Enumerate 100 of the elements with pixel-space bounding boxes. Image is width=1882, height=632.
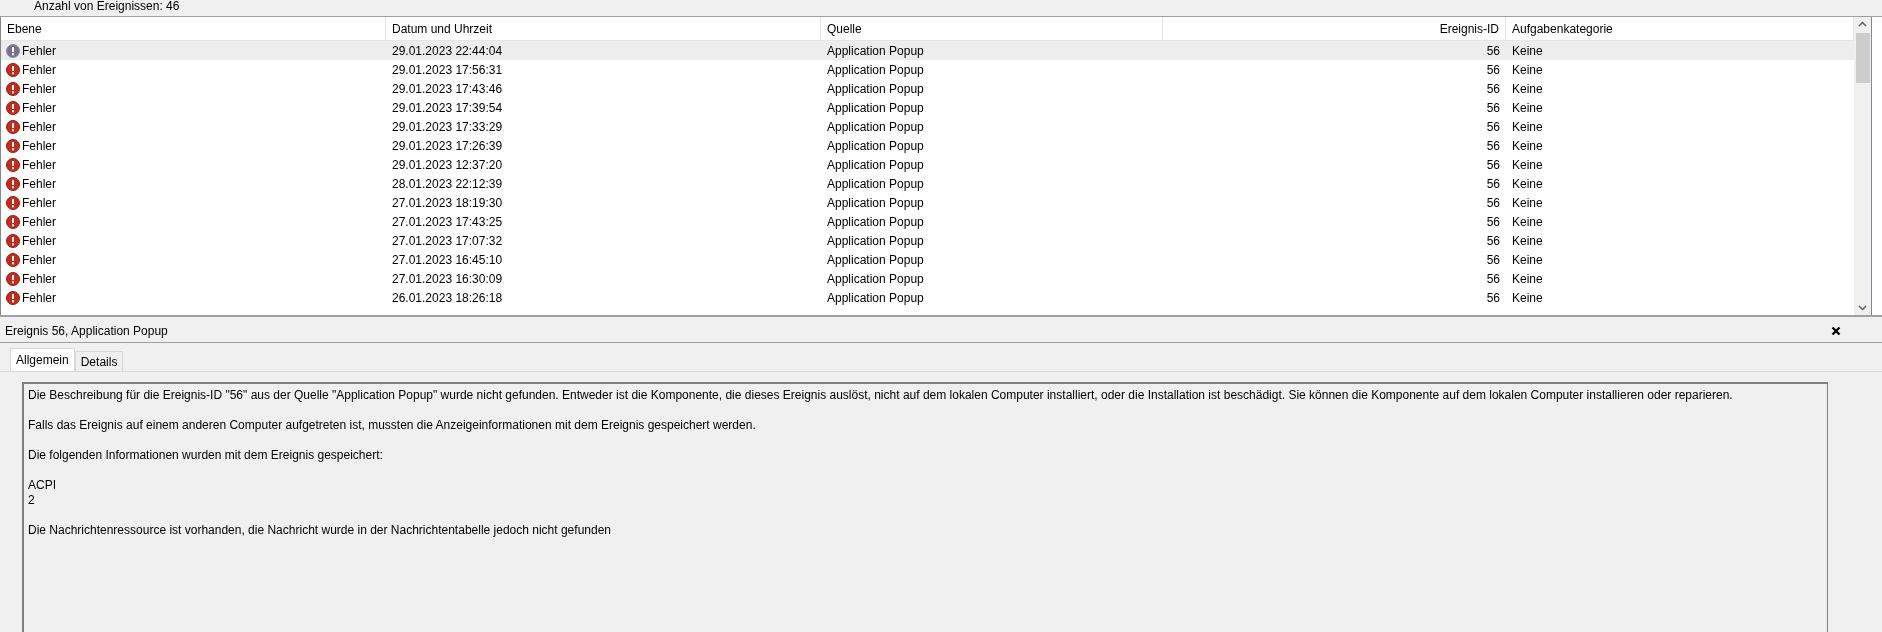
table-cell-text: 56 <box>1486 80 1500 98</box>
table-cell: 27.01.2023 17:43:25 <box>392 214 503 229</box>
close-icon[interactable] <box>1831 325 1841 336</box>
table-cell: Application Popup <box>827 62 924 77</box>
error-icon <box>6 290 20 305</box>
table-cell: Application Popup <box>827 119 924 134</box>
table-cell: Keine <box>1512 138 1543 153</box>
table-cell-text: Fehler <box>22 137 56 155</box>
error-icon <box>6 43 20 58</box>
table-cell-text: 56 <box>1486 137 1500 155</box>
description-text: Die Beschreibung für die Ereignis-ID "56" aus der Quelle "Application Popup" wurde nicht gefunden. Entweder ist die Komponente, die dieses Ereignis auslöst, nicht auf dem lokalen Computer installiert, oder die Installation ist beschädigt. Sie können die Komponente auf dem lokalen Computer installieren oder reparieren. <box>28 388 1734 403</box>
table-cell-text: 56 <box>1486 213 1500 231</box>
description-text: ACPI 2 <box>28 478 57 508</box>
table-cell: Keine <box>1512 81 1543 96</box>
table-cell-text: 56 <box>1486 175 1500 193</box>
error-icon <box>6 214 20 229</box>
table-cell-text: 56 <box>1486 194 1500 212</box>
table-cell: Application Popup <box>827 290 924 305</box>
table-cell: Keine <box>1512 233 1543 248</box>
table-cell: Application Popup <box>827 271 924 286</box>
table-cell: Keine <box>1512 271 1543 286</box>
table-cell: Keine <box>1512 157 1543 172</box>
scroll-up-icon[interactable] <box>1858 21 1867 27</box>
table-cell-text: Fehler <box>22 61 56 79</box>
table-cell-text: Fehler <box>22 156 56 174</box>
tab[interactable]: Allgemein <box>10 348 75 371</box>
table-cell: Application Popup <box>827 195 924 210</box>
table-cell-text: Fehler <box>22 270 56 288</box>
table-cell-text: 56 <box>1486 42 1500 60</box>
error-icon <box>6 271 20 286</box>
event-count-label: Anzahl von Ereignissen: 46 <box>34 0 180 13</box>
description-text: Die Nachrichtenressource ist vorhanden, die Nachricht wurde in der Nachrichtentabelle jedoch nicht gefunden <box>28 523 612 538</box>
table-cell: Keine <box>1512 195 1543 210</box>
event-row[interactable]: Fehler 29.01.2023 22:44:04 Application Popup 56 Keine <box>1 41 1854 60</box>
table-cell-text: 56 <box>1486 232 1500 250</box>
description-text: Die folgenden Informationen wurden mit dem Ereignis gespeichert: <box>28 448 384 463</box>
table-cell-text: 56 <box>1486 156 1500 174</box>
column-header[interactable]: Datum und Uhrzeit <box>386 17 821 40</box>
column-header[interactable]: Ereignis-ID <box>1163 17 1506 40</box>
table-cell: Application Popup <box>827 176 924 191</box>
scroll-down-icon[interactable] <box>1858 305 1867 311</box>
table-cell: 29.01.2023 17:43:46 <box>392 81 503 96</box>
table-cell: 29.01.2023 17:33:29 <box>392 119 503 134</box>
error-icon <box>6 119 20 134</box>
table-cell: Keine <box>1512 290 1543 305</box>
table-cell: Keine <box>1512 214 1543 229</box>
table-cell-text: Fehler <box>22 213 56 231</box>
table-cell: 29.01.2023 17:26:39 <box>392 138 503 153</box>
table-cell-text: 56 <box>1486 289 1500 307</box>
error-icon <box>6 100 20 115</box>
column-header[interactable]: Quelle <box>821 17 1163 40</box>
column-header[interactable]: Ebene <box>1 17 386 40</box>
error-icon <box>6 157 20 172</box>
table-cell: 27.01.2023 16:30:09 <box>392 271 503 286</box>
table-cell-text: Fehler <box>22 175 56 193</box>
table-cell: Keine <box>1512 43 1543 58</box>
table-cell: Application Popup <box>827 157 924 172</box>
scrollbar[interactable] <box>1854 17 1872 315</box>
table-cell: Keine <box>1512 252 1543 267</box>
error-icon <box>6 252 20 267</box>
table-cell-text: Fehler <box>22 80 56 98</box>
table-cell-text: 56 <box>1486 270 1500 288</box>
table-cell: Keine <box>1512 62 1543 77</box>
scrollbar-thumb[interactable] <box>1855 33 1870 83</box>
table-cell: Application Popup <box>827 138 924 153</box>
table-cell: Application Popup <box>827 81 924 96</box>
table-cell: Application Popup <box>827 214 924 229</box>
table-cell-text: Fehler <box>22 251 56 269</box>
table-cell: Application Popup <box>827 100 924 115</box>
table-cell: Keine <box>1512 176 1543 191</box>
table-cell-text: 56 <box>1486 99 1500 117</box>
table-cell: 27.01.2023 16:45:10 <box>392 252 503 267</box>
table-cell: 29.01.2023 12:37:20 <box>392 157 503 172</box>
table-cell: 29.01.2023 17:56:31 <box>392 62 503 77</box>
table-cell: 28.01.2023 22:12:39 <box>392 176 503 191</box>
table-cell: Keine <box>1512 119 1543 134</box>
table-cell: Application Popup <box>827 252 924 267</box>
table-cell: Application Popup <box>827 43 924 58</box>
error-icon <box>6 81 20 96</box>
table-cell-text: Fehler <box>22 42 56 60</box>
table-cell-text: Fehler <box>22 232 56 250</box>
table-cell-text: Fehler <box>22 118 56 136</box>
table-cell-text: 56 <box>1486 251 1500 269</box>
error-icon <box>6 176 20 191</box>
table-cell-text: 56 <box>1486 61 1500 79</box>
detail-title: Ereignis 56, Application Popup <box>5 322 168 340</box>
tab[interactable]: Details <box>74 351 124 371</box>
error-icon <box>6 195 20 210</box>
table-cell: Application Popup <box>827 233 924 248</box>
table-cell: Keine <box>1512 100 1543 115</box>
table-cell: 27.01.2023 17:07:32 <box>392 233 503 248</box>
table-cell: 29.01.2023 22:44:04 <box>392 43 503 58</box>
table-cell-text: Fehler <box>22 194 56 212</box>
table-cell: 29.01.2023 17:39:54 <box>392 100 503 115</box>
error-icon <box>6 138 20 153</box>
description-text: Falls das Ereignis auf einem anderen Computer aufgetreten ist, mussten die Anzeigeinformationen mit dem Ereignis gespeichert werden. <box>28 418 757 433</box>
table-cell: 27.01.2023 18:19:30 <box>392 195 503 210</box>
error-icon <box>6 62 20 77</box>
table-cell-text: 56 <box>1486 118 1500 136</box>
error-icon <box>6 233 20 248</box>
